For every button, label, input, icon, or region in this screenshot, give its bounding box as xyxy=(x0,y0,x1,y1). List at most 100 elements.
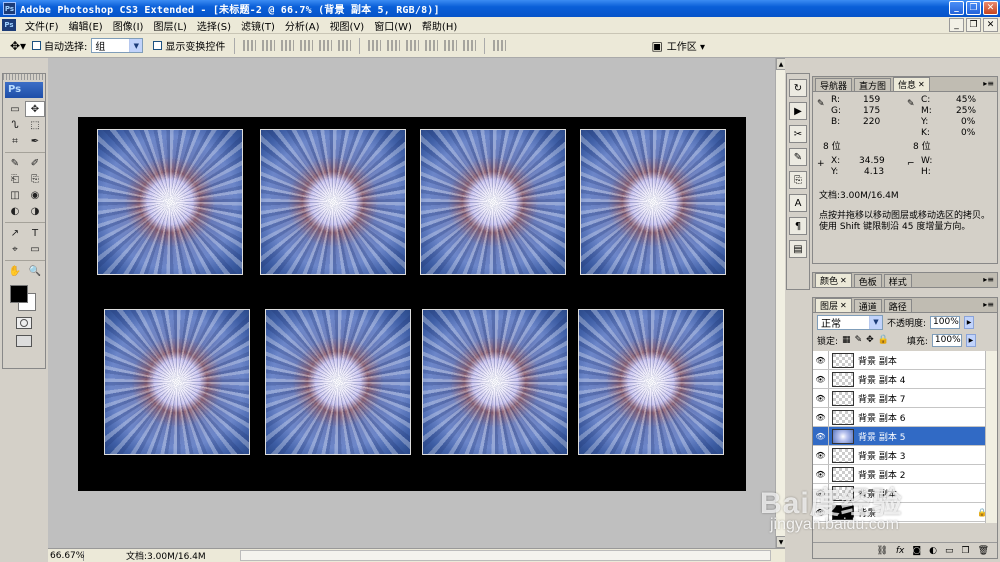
close-icon[interactable]: ✕ xyxy=(840,276,847,285)
close-button[interactable]: ✕ xyxy=(983,1,998,15)
panel-menu-icon[interactable]: ▸≡ xyxy=(983,275,994,284)
restore-button[interactable]: ❐ xyxy=(966,1,981,15)
tab-channels[interactable]: 通道 xyxy=(853,299,882,313)
menu-file[interactable]: 文件(F) xyxy=(20,18,64,33)
slice-tool-icon[interactable]: ✒ xyxy=(25,133,45,149)
auto-align-icon[interactable] xyxy=(493,40,507,51)
lock-transparent-icon[interactable]: ▦ xyxy=(842,335,851,345)
workspace-icon[interactable]: ▣ xyxy=(651,39,662,53)
magic-wand-icon[interactable]: ⬚ xyxy=(25,117,45,133)
distribute-right-icon[interactable] xyxy=(463,40,477,51)
align-vcenter-icon[interactable] xyxy=(262,40,276,51)
move-tool-icon[interactable]: ✥▾ xyxy=(10,39,32,53)
distribute-hcenter-icon[interactable] xyxy=(444,40,458,51)
layer-thumbnail[interactable] xyxy=(832,409,854,425)
menu-edit[interactable]: 编辑(E) xyxy=(64,18,108,33)
doc-minimize-button[interactable]: _ xyxy=(949,18,964,32)
layer-name[interactable]: 背景 副本 5 xyxy=(858,430,905,443)
screen-mode-icon[interactable] xyxy=(16,335,32,347)
close-icon[interactable]: ✕ xyxy=(918,80,925,89)
fill-slider-icon[interactable]: ▶ xyxy=(965,333,976,347)
menu-view[interactable]: 视图(V) xyxy=(325,18,370,33)
doc-size-info[interactable]: 文档:3.00M/16.4M xyxy=(126,549,206,562)
horizontal-scrollbar[interactable] xyxy=(240,550,771,561)
lock-position-icon[interactable]: ✥ xyxy=(866,335,874,345)
eye-icon[interactable]: 👁 xyxy=(813,389,829,407)
brushes-icon[interactable]: ✎ xyxy=(789,148,807,166)
add-mask-icon[interactable]: ◙ xyxy=(912,546,921,556)
dodge-tool-icon[interactable]: ◑ xyxy=(25,203,45,219)
tab-styles[interactable]: 样式 xyxy=(883,274,912,288)
panel-menu-icon[interactable]: ▸≡ xyxy=(983,79,994,88)
clone-source-icon[interactable]: ⎘ xyxy=(789,171,807,189)
distribute-top-icon[interactable] xyxy=(368,40,382,51)
doc-close-button[interactable]: ✕ xyxy=(983,18,998,32)
trash-icon[interactable]: 🗑 xyxy=(978,546,989,556)
layer-name[interactable]: 背景 副本 3 xyxy=(858,449,905,462)
blend-mode-dropdown[interactable]: 正常 ▼ xyxy=(817,314,883,330)
pen-tool-icon[interactable]: ⌖ xyxy=(5,241,25,257)
layer-thumbnail[interactable] xyxy=(832,428,854,444)
layer-name[interactable]: 背景 副本 7 xyxy=(858,392,905,405)
zoom-level[interactable]: 66.67% xyxy=(48,550,84,561)
tab-swatches[interactable]: 色板 xyxy=(853,274,882,288)
menu-layer[interactable]: 图层(L) xyxy=(148,18,191,33)
menu-window[interactable]: 窗口(W) xyxy=(369,18,417,33)
distribute-bottom-icon[interactable] xyxy=(406,40,420,51)
tab-navigator[interactable]: 导航器 xyxy=(815,78,853,92)
toolbox-grip[interactable] xyxy=(3,74,45,80)
menu-select[interactable]: 选择(S) xyxy=(192,18,236,33)
eye-icon[interactable]: 👁 xyxy=(813,351,829,369)
adjustment-layer-icon[interactable]: ◐ xyxy=(929,546,937,556)
document-canvas[interactable] xyxy=(78,117,746,491)
layer-name[interactable]: 背景 副本 xyxy=(858,354,897,367)
layer-comps-icon[interactable]: ▤ xyxy=(789,240,807,258)
menu-filter[interactable]: 滤镜(T) xyxy=(236,18,280,33)
gradient-tool-icon[interactable]: ◉ xyxy=(25,187,45,203)
type-tool-icon[interactable]: T xyxy=(25,225,45,241)
layer-thumbnail[interactable] xyxy=(832,390,854,406)
opacity-input[interactable]: 100% xyxy=(930,315,961,329)
auto-select-checkbox[interactable] xyxy=(32,41,41,50)
lock-pixels-icon[interactable]: ✎ xyxy=(855,335,863,345)
hand-tool-icon[interactable]: ✋ xyxy=(5,263,25,279)
ps-logo[interactable]: Ps xyxy=(5,82,43,98)
lasso-tool-icon[interactable]: ᔐ xyxy=(5,117,25,133)
tab-paths[interactable]: 路径 xyxy=(883,299,912,313)
fill-input[interactable]: 100% xyxy=(931,333,962,347)
align-left-icon[interactable] xyxy=(300,40,314,51)
layer-list-scrollbar[interactable] xyxy=(985,351,997,523)
brush-tool-icon[interactable]: ✐ xyxy=(25,155,45,171)
zoom-tool-icon[interactable]: 🔍 xyxy=(25,263,45,279)
layer-thumbnail[interactable] xyxy=(832,447,854,463)
foreground-color[interactable] xyxy=(10,285,28,303)
paragraph-icon[interactable]: ¶ xyxy=(789,217,807,235)
eye-icon[interactable]: 👁 xyxy=(813,408,829,426)
character-icon[interactable]: A xyxy=(789,194,807,212)
align-hcenter-icon[interactable] xyxy=(319,40,333,51)
menu-image[interactable]: 图像(I) xyxy=(108,18,149,33)
minimize-button[interactable]: _ xyxy=(949,1,964,15)
tab-layers[interactable]: 图层 ✕ xyxy=(815,298,852,312)
tool-presets-icon[interactable]: ✂ xyxy=(789,125,807,143)
workspace-button[interactable]: 工作区 ▾ xyxy=(667,38,705,53)
layer-row[interactable]: 👁 背景 副本 4 xyxy=(813,370,997,389)
close-icon[interactable]: ✕ xyxy=(840,301,847,310)
lock-all-icon[interactable]: 🔒 xyxy=(878,335,889,345)
distribute-vcenter-icon[interactable] xyxy=(387,40,401,51)
align-bottom-icon[interactable] xyxy=(281,40,295,51)
opacity-slider-icon[interactable]: ▶ xyxy=(964,315,975,329)
vertical-scrollbar[interactable]: ▲ ▼ xyxy=(775,58,786,548)
new-group-icon[interactable]: ▭ xyxy=(945,546,954,556)
eraser-tool-icon[interactable]: ◫ xyxy=(5,187,25,203)
history-icon[interactable]: ↻ xyxy=(789,79,807,97)
layer-row[interactable]: 👁 背景 副本 7 xyxy=(813,389,997,408)
auto-select-dropdown[interactable]: 组 ▼ xyxy=(91,38,144,53)
crop-tool-icon[interactable]: ⌗ xyxy=(5,133,25,149)
actions-icon[interactable]: ▶ xyxy=(789,102,807,120)
layer-thumbnail[interactable] xyxy=(832,371,854,387)
panel-menu-icon[interactable]: ▸≡ xyxy=(983,300,994,309)
healing-brush-icon[interactable]: ✎ xyxy=(5,155,25,171)
menu-help[interactable]: 帮助(H) xyxy=(417,18,462,33)
path-selection-icon[interactable]: ↗ xyxy=(5,225,25,241)
